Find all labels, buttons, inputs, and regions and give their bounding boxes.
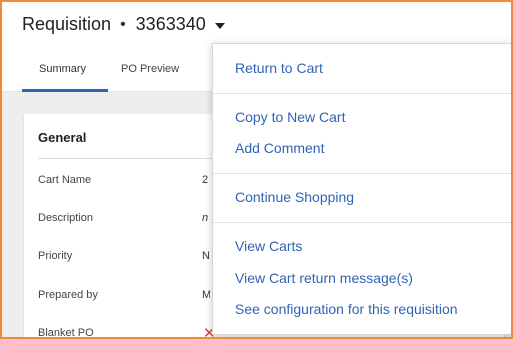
priority-label: Priority xyxy=(38,250,73,262)
menu-item-return-to-cart[interactable]: Return to Cart xyxy=(235,60,323,76)
menu-item-see-configuration[interactable]: See configuration for this requisition xyxy=(235,301,458,317)
cart-name-label: Cart Name xyxy=(38,174,92,186)
menu-item-view-cart-return-messages[interactable]: View Cart return message(s) xyxy=(235,270,413,286)
menu-item-continue-shopping[interactable]: Continue Shopping xyxy=(235,189,354,205)
menu-item-view-carts[interactable]: View Carts xyxy=(235,238,302,254)
menu-item-copy-to-new-cart[interactable]: Copy to New Cart xyxy=(235,109,345,125)
menu-divider xyxy=(213,222,511,223)
requisition-title-dropdown[interactable]: Requisition • 3363340 xyxy=(22,14,225,35)
caret-down-icon[interactable] xyxy=(214,22,225,29)
page-title: Requisition xyxy=(22,14,112,34)
requisition-actions-menu: Return to Cart Copy to New Cart Add Comm… xyxy=(212,43,511,335)
menu-divider xyxy=(213,93,511,94)
blanket-po-label: Blanket PO xyxy=(38,327,94,339)
description-label: Description xyxy=(38,212,94,224)
priority-value: N xyxy=(202,250,210,262)
cart-name-value: 2 xyxy=(202,174,209,186)
description-value: n xyxy=(202,212,209,224)
tab-po-preview[interactable]: PO Preview xyxy=(121,63,179,75)
prepared-by-label: Prepared by xyxy=(38,289,98,301)
menu-divider xyxy=(213,173,511,174)
page-header: Requisition • 3363340 xyxy=(2,2,511,48)
card-divider xyxy=(38,158,221,159)
menu-item-add-comment[interactable]: Add Comment xyxy=(235,140,324,156)
card-title: General xyxy=(38,130,87,145)
app-frame: Requisition • 3363340 Summary PO Preview… xyxy=(0,0,513,339)
tab-summary[interactable]: Summary xyxy=(39,63,86,75)
title-separator: • xyxy=(120,15,126,33)
prepared-by-value: M xyxy=(202,289,210,301)
requisition-number: 3363340 xyxy=(135,14,206,34)
